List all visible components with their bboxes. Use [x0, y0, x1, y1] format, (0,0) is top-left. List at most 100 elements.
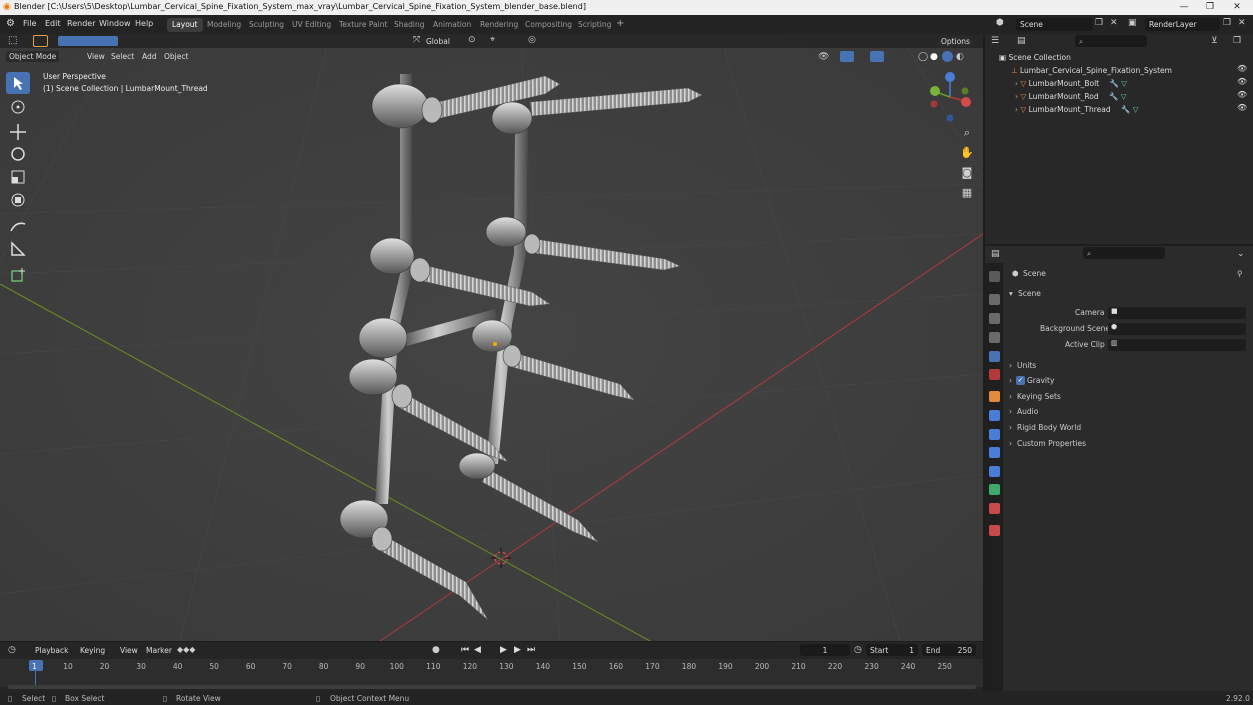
clock-icon[interactable]: ◷ [854, 645, 862, 655]
properties-search-input[interactable]: ⌕ [1083, 247, 1165, 259]
camera-view-icon[interactable]: ◙ [957, 164, 977, 182]
menu-window[interactable]: Window [99, 19, 131, 28]
orientation-dropdown[interactable]: Global [423, 36, 453, 47]
viewport-menu-object[interactable]: Object [161, 51, 191, 62]
select-tool-icon[interactable] [33, 35, 48, 47]
eye-icon[interactable]: 👁 [1237, 64, 1247, 73]
expand-arrow-icon[interactable]: › [1009, 361, 1012, 370]
expand-arrow-icon[interactable]: › [1009, 439, 1012, 448]
rigid-body-world-panel[interactable]: Rigid Body World [1017, 423, 1081, 432]
expand-arrow-icon[interactable]: › [1015, 79, 1018, 88]
end-frame-field[interactable]: End 250 [922, 644, 976, 656]
scale-tool[interactable] [6, 166, 30, 188]
maximize-button[interactable]: ❐ [1196, 0, 1224, 15]
pin-icon[interactable]: ⚲ [1237, 269, 1243, 278]
material-tab-icon[interactable] [989, 503, 1000, 514]
jump-end-icon[interactable]: ⏭ [527, 645, 535, 655]
minimize-button[interactable]: — [1170, 0, 1198, 15]
output-tab-icon[interactable] [989, 313, 1000, 324]
collapse-arrow-icon[interactable]: ▾ [1009, 289, 1013, 298]
data-tab-icon[interactable] [989, 484, 1000, 495]
delete-scene-icon[interactable]: ✕ [1110, 18, 1118, 28]
play-icon[interactable]: ▶ [500, 645, 507, 655]
viewport-menu-select[interactable]: Select [108, 51, 137, 62]
tab-animation[interactable]: Animation [428, 18, 476, 32]
rendered-shading-icon[interactable]: ◐ [956, 52, 964, 62]
scene-tab-icon[interactable] [989, 351, 1000, 362]
zoom-icon[interactable]: ⌕ [957, 124, 977, 142]
add-cube-tool[interactable] [6, 264, 30, 286]
keyframe-icons[interactable]: ◆◆◆ [177, 645, 195, 654]
timeline-menu-keying[interactable]: Keying [77, 645, 108, 656]
3d-viewport[interactable] [0, 34, 983, 641]
eye-icon[interactable]: 👁 [1237, 103, 1247, 112]
expand-arrow-icon[interactable]: › [1015, 105, 1018, 114]
select-box-tool[interactable] [6, 72, 30, 94]
expand-arrow-icon[interactable]: › [1009, 376, 1012, 385]
scene-field[interactable]: Scene [1016, 18, 1093, 31]
menu-help[interactable]: Help [135, 19, 153, 28]
menu-render[interactable]: Render [67, 19, 95, 28]
eye-icon[interactable]: 👁 [1237, 77, 1247, 86]
timeline-scrollbar[interactable] [8, 685, 976, 689]
tab-uv-editing[interactable]: UV Editing [287, 18, 336, 32]
rotate-tool[interactable] [6, 143, 30, 165]
pan-hand-icon[interactable]: ✋ [957, 144, 977, 162]
editor-type-icon[interactable]: ⬚ [8, 35, 17, 46]
outliner-collection-row[interactable]: ⊥ Lumbar_Cervical_Spine_Fixation_System [1011, 64, 1172, 77]
audio-panel[interactable]: Audio [1017, 407, 1038, 416]
measure-tool[interactable] [6, 238, 30, 260]
camera-field[interactable]: ■ [1108, 307, 1246, 319]
start-frame-field[interactable]: Start 1 [866, 644, 918, 656]
new-layer-icon[interactable]: ❐ [1223, 18, 1231, 28]
material-shading-icon[interactable] [942, 51, 953, 62]
menu-file[interactable]: File [23, 19, 36, 28]
timeline-menu-playback[interactable]: Playback [32, 645, 71, 656]
tab-scripting[interactable]: Scripting [573, 18, 616, 32]
delete-layer-icon[interactable]: ✕ [1238, 18, 1246, 28]
modifier-tab-icon[interactable] [989, 410, 1000, 421]
cursor-tool[interactable] [6, 96, 30, 118]
add-workspace-icon[interactable]: + [616, 18, 624, 29]
viewport-menu-add[interactable]: Add [139, 51, 160, 62]
scene-panel-header[interactable]: Scene [1018, 289, 1041, 298]
properties-options-icon[interactable]: ⌄ [1237, 249, 1245, 259]
custom-properties-panel[interactable]: Custom Properties [1017, 439, 1086, 448]
tab-shading[interactable]: Shading [389, 18, 429, 32]
close-button[interactable]: ✕ [1223, 0, 1251, 15]
outliner-scene-collection[interactable]: ▣ Scene Collection [999, 51, 1071, 64]
new-collection-icon[interactable]: ❐ [1233, 36, 1241, 46]
outliner-search-input[interactable]: ⌕ [1075, 35, 1147, 47]
next-keyframe-icon[interactable]: ▶ [514, 645, 521, 655]
constraints-tab-icon[interactable] [989, 466, 1000, 477]
transform-tool[interactable] [6, 189, 30, 211]
view-layer-tab-icon[interactable] [989, 332, 1000, 343]
solid-shading-icon[interactable]: ● [930, 52, 938, 62]
gizmo-toggle-icon[interactable] [840, 51, 854, 62]
object-tab-icon[interactable] [989, 391, 1000, 402]
tab-modeling[interactable]: Modeling [202, 18, 246, 32]
menu-edit[interactable]: Edit [45, 19, 61, 28]
blender-menu-icon[interactable]: ⚙ [6, 18, 15, 29]
outliner-object-rod[interactable]: › ▽ LumbarMount_Rod 🔧 ▽ [1015, 90, 1127, 103]
perspective-grid-icon[interactable]: ▦ [957, 184, 977, 202]
outliner-object-thread[interactable]: › ▽ LumbarMount_Thread 🔧 ▽ [1015, 103, 1139, 116]
jump-start-icon[interactable]: ⏮ [461, 645, 469, 655]
active-clip-field[interactable]: ▥ [1108, 339, 1246, 351]
select-mode-buttons[interactable] [58, 36, 118, 46]
expand-arrow-icon[interactable]: › [1009, 407, 1012, 416]
current-frame-field[interactable]: 1 [800, 644, 850, 656]
pivot-icon[interactable]: ⊙ [468, 35, 476, 45]
background-scene-field[interactable]: ⬢ [1108, 323, 1246, 335]
expand-arrow-icon[interactable]: › [1009, 423, 1012, 432]
options-dropdown[interactable]: Options [938, 36, 973, 47]
new-scene-icon[interactable]: ❐ [1095, 18, 1103, 28]
render-tab-icon[interactable] [989, 294, 1000, 305]
record-icon[interactable]: ● [432, 645, 440, 655]
visibility-icon[interactable]: 👁 [818, 52, 829, 62]
tab-compositing[interactable]: Compositing [520, 18, 577, 32]
timeline-menu-marker[interactable]: Marker [143, 645, 175, 656]
particles-tab-icon[interactable] [989, 429, 1000, 440]
prev-keyframe-icon[interactable]: ◀ [474, 645, 481, 655]
move-tool[interactable] [6, 121, 30, 143]
